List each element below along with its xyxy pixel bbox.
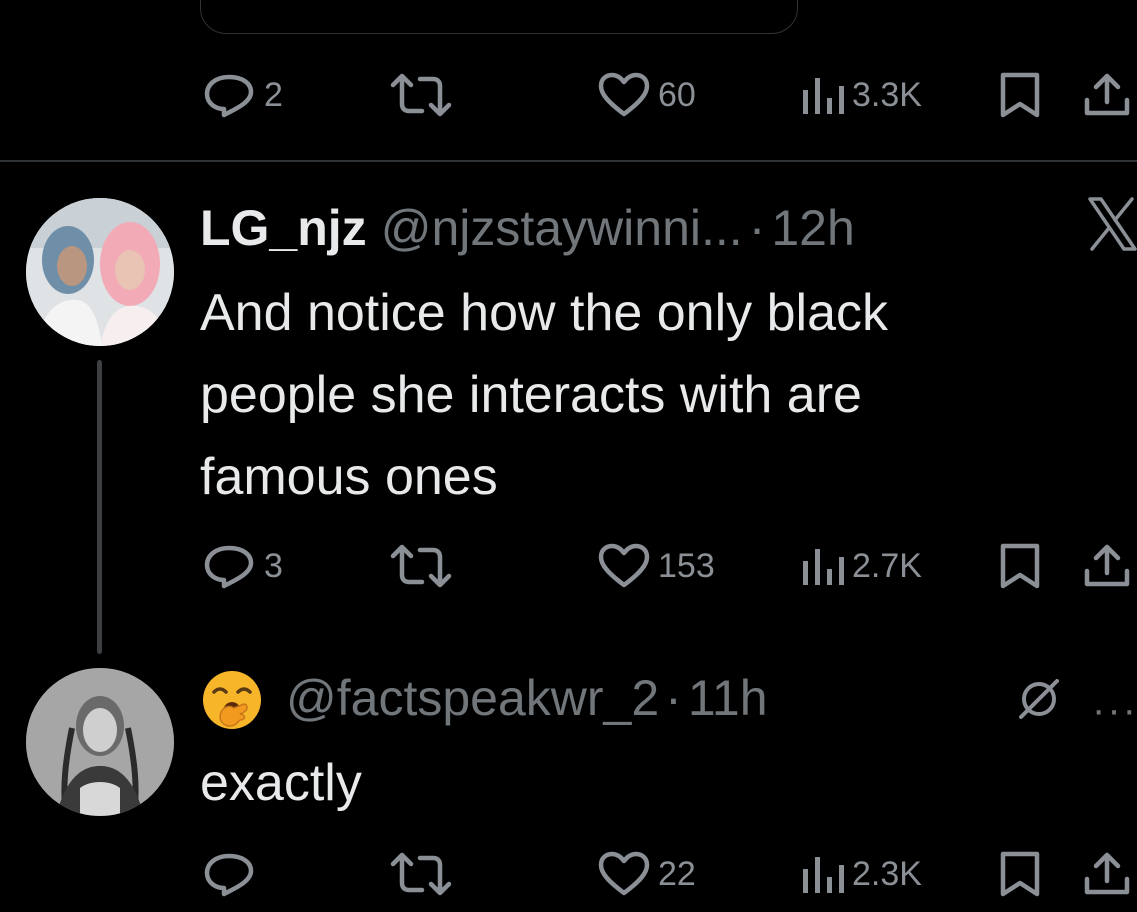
timestamp[interactable]: 12h xyxy=(771,198,854,258)
reply-button[interactable] xyxy=(202,846,264,902)
thread-connector xyxy=(97,360,102,654)
reply-icon xyxy=(204,545,254,589)
quoted-card[interactable] xyxy=(200,0,798,34)
heart-icon xyxy=(598,543,650,588)
analytics-icon xyxy=(803,549,844,585)
like-count: 22 xyxy=(658,854,696,893)
like-count: 153 xyxy=(658,546,715,585)
repost-icon xyxy=(390,73,452,117)
reply1-action-bar: 3 153 2.7K xyxy=(0,538,1137,594)
repost-button[interactable] xyxy=(390,846,452,902)
avatar-photo xyxy=(26,668,174,816)
heart-icon xyxy=(598,72,650,117)
share-button[interactable] xyxy=(1082,67,1132,123)
view-count: 3.3K xyxy=(852,75,922,114)
timestamp[interactable]: 11h xyxy=(688,668,768,728)
like-button[interactable]: 60 xyxy=(598,67,696,123)
post-text: exactly xyxy=(200,754,362,812)
views-button[interactable]: 2.3K xyxy=(800,846,922,902)
user-handle[interactable]: @njzstaywinni... xyxy=(381,198,743,258)
repost-button[interactable] xyxy=(390,538,452,594)
more-options-button[interactable]: ··· xyxy=(1092,688,1137,733)
bookmark-icon xyxy=(1000,543,1040,589)
divider xyxy=(0,160,1137,162)
views-button[interactable]: 2.7K xyxy=(800,538,922,594)
x-logo-icon[interactable] xyxy=(1087,196,1137,257)
repost-icon xyxy=(390,852,452,896)
avatar[interactable] xyxy=(26,668,174,816)
muted-circle-slash-icon[interactable] xyxy=(1014,674,1064,729)
post-header: LG_njz @njzstaywinni... · 12h xyxy=(200,198,855,258)
user-handle[interactable]: @factspeakwr_2 xyxy=(286,668,659,728)
view-count: 2.7K xyxy=(852,546,922,585)
reply-button[interactable]: 3 xyxy=(202,538,283,594)
post-text-line: And notice how the only black xyxy=(200,284,888,342)
display-name[interactable]: LG_njz xyxy=(200,198,367,258)
top-post-action-bar: 2 60 3.3K xyxy=(0,67,1137,123)
yawning-face-icon xyxy=(203,671,261,729)
bookmark-button[interactable] xyxy=(998,846,1042,902)
post-header: 🥱 @factspeakwr_2 · 11h xyxy=(200,668,768,732)
avatar[interactable] xyxy=(26,198,174,346)
reply-button[interactable]: 2 xyxy=(202,67,283,123)
repost-icon xyxy=(390,544,452,588)
bookmark-icon xyxy=(1000,851,1040,897)
repost-button[interactable] xyxy=(390,67,452,123)
separator-dot: · xyxy=(748,200,766,256)
views-button[interactable]: 3.3K xyxy=(800,67,922,123)
post-text-line: people she interacts with are xyxy=(200,366,862,424)
analytics-icon xyxy=(803,78,844,114)
separator-dot: · xyxy=(665,670,682,726)
post-text: And notice how the only black people she… xyxy=(200,272,888,518)
like-button[interactable]: 153 xyxy=(598,538,715,594)
like-button[interactable]: 22 xyxy=(598,846,696,902)
reply-count: 3 xyxy=(264,546,283,585)
share-icon xyxy=(1084,852,1130,895)
share-icon xyxy=(1084,544,1130,587)
bookmark-icon xyxy=(1000,72,1040,118)
reply-count: 2 xyxy=(264,75,283,114)
like-count: 60 xyxy=(658,75,696,114)
reply-icon xyxy=(204,74,254,118)
share-button[interactable] xyxy=(1082,846,1132,902)
share-icon xyxy=(1084,73,1130,116)
view-count: 2.3K xyxy=(852,854,922,893)
reply2-action-bar: 22 2.3K xyxy=(0,846,1137,902)
heart-icon xyxy=(598,851,650,896)
post-text-line: famous ones xyxy=(200,448,498,506)
reply-icon xyxy=(204,853,254,897)
bookmark-button[interactable] xyxy=(998,67,1042,123)
analytics-icon xyxy=(803,857,844,893)
avatar-photo xyxy=(26,198,174,346)
bookmark-button[interactable] xyxy=(998,538,1042,594)
share-button[interactable] xyxy=(1082,538,1132,594)
